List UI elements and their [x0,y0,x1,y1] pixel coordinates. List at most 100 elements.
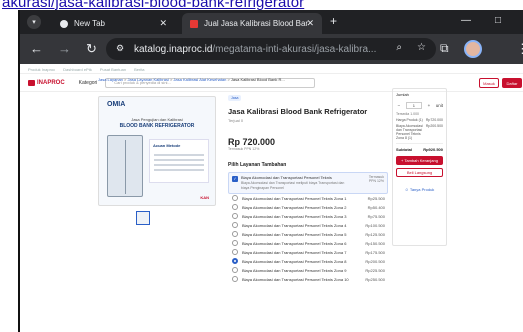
breadcrumb-item[interactable]: Jasa Layanan [98,77,123,82]
category-badge: Jasa [228,95,242,101]
layanan-options: ✓ Biaya Akomodasi dan Transportasi Perso… [228,172,388,284]
zone-option[interactable]: Biaya Akomodasi dan Transportasi Persone… [228,203,388,212]
sold-count: Terjual 0 [228,118,244,123]
zone-price: Rp100.500 [365,223,385,228]
image-caption: Jasa Pengujian dan Kalibrasi [131,117,183,122]
back-icon[interactable]: ← [30,41,43,56]
tab-new-tab[interactable]: New Tab ✕ [52,13,175,34]
top-link[interactable]: Berita [134,67,144,72]
tab-label: New Tab [74,19,105,28]
top-strip: Produk Inaproc Dashboard ePtk Pusat Bant… [20,64,523,74]
url-path: /megatama-inti-akurasi/jasa-kalibra... [212,43,377,55]
quantity-input[interactable]: 1 [405,102,423,109]
zone-option[interactable]: Biaya Akomodasi dan Transportasi Persone… [228,194,388,203]
close-icon[interactable]: ✕ [159,18,167,29]
zone-price: Rp125.500 [365,232,385,237]
zone-option[interactable]: Biaya Akomodasi dan Transportasi Persone… [228,212,388,221]
zone-price: Rp25.500 [367,196,385,201]
radio-icon[interactable] [232,249,238,255]
minimize-icon[interactable]: — [461,15,471,26]
add-to-cart-button[interactable]: + Tambah Keranjang [396,156,443,165]
radio-icon[interactable] [232,213,238,219]
zone-option[interactable]: Biaya Akomodasi dan Transportasi Persone… [228,248,388,257]
option-title: Biaya Akomodasi dan Transportasi Persone… [241,175,332,180]
zone-label: Biaya Akomodasi dan Transportasi Persone… [242,250,347,255]
product-title: Jasa Kalibrasi Blood Bank Refrigerator [228,107,368,116]
zone-option[interactable]: Biaya Akomodasi dan Transportasi Persone… [228,239,388,248]
url-host: katalog.inaproc.id [134,43,213,55]
ask-product-link[interactable]: ☺ Tanya Produk [396,187,443,192]
zone-price: Rp250.500 [365,277,385,282]
zone-label: Biaya Akomodasi dan Transportasi Persone… [242,259,347,264]
profile-avatar[interactable] [464,40,482,58]
kategori-dropdown[interactable]: Kategori [79,80,98,86]
login-button[interactable]: Masuk [479,78,499,88]
product-thumbnail[interactable] [136,211,150,225]
zone-price: Rp75.500 [367,214,385,219]
breadcrumb: Jasa Layanan > Jasa Layanan Kalibrasi > … [98,77,285,82]
zone-label: Biaya Akomodasi dan Transportasi Persone… [242,196,347,201]
zone-price: Rp225.500 [365,268,385,273]
stock-label: Tersedia 1.000 [396,112,419,116]
radio-icon[interactable] [232,204,238,210]
price-line: Harga Produk (1) Rp720.000 [396,118,443,122]
reload-icon[interactable]: ↻ [86,41,97,57]
tab-bar: ▾ New Tab ✕ Jual Jasa Kalibrasi Blood Ba… [20,10,523,34]
radio-icon[interactable] [232,258,238,264]
zone-option[interactable]: Biaya Akomodasi dan Transportasi Persone… [228,266,388,275]
zone-price: Rp200.500 [365,259,385,264]
akomodasi-line: Biaya Akomodasi dan Transportasi Persone… [396,124,443,140]
new-tab-icon[interactable]: + [330,14,337,28]
radio-icon[interactable] [232,222,238,228]
maximize-icon[interactable]: □ [495,15,501,26]
radio-icon[interactable] [232,195,238,201]
top-link[interactable]: Pusat Bantuan [100,67,126,72]
minus-icon[interactable]: − [396,103,402,109]
site-info-icon[interactable]: ⚙ [116,43,124,54]
tab-active[interactable]: Jual Jasa Kalibrasi Blood Bar ✕ [182,13,322,34]
zone-label: Biaya Akomodasi dan Transportasi Persone… [242,241,347,246]
quantity-stepper: − 1 + unit [396,101,443,110]
extensions-icon[interactable]: ⧉ [440,41,449,56]
layanan-heading: Pilih Layanan Tambahan [228,162,287,168]
breadcrumb-item[interactable]: Jasa Kalibrasi Alat Kesehatan [173,77,226,82]
zone-option[interactable]: Biaya Akomodasi dan Transportasi Persone… [228,275,388,284]
akomodasi-option[interactable]: ✓ Biaya Akomodasi dan Transportasi Perso… [228,172,388,194]
menu-dots-icon[interactable]: ⋮ [516,41,523,57]
register-button[interactable]: Daftar [502,78,522,88]
ppn-note: Termasuk PPN 12% [228,147,260,151]
jumlah-label: Jumlah [396,92,409,97]
subtotal: Subtotal Rp920.500 [396,143,443,152]
top-link[interactable]: Produk Inaproc [28,67,55,72]
zone-option[interactable]: Biaya Akomodasi dan Transportasi Persone… [228,230,388,239]
buy-now-button[interactable]: Beli Langsung [396,168,443,177]
zone-label: Biaya Akomodasi dan Transportasi Persone… [242,268,347,273]
zone-label: Biaya Akomodasi dan Transportasi Persone… [242,232,347,237]
zone-label: Biaya Akomodasi dan Transportasi Persone… [242,214,347,219]
product-image[interactable]: OMIA Jasa Pengujian dan Kalibrasi BLOOD … [98,96,216,206]
option-desc: Biaya Akomodasi dan Transportasi meliput… [241,181,345,190]
zone-option[interactable]: Biaya Akomodasi dan Transportasi Persone… [228,257,388,266]
acuan-metode-panel: Acuan Metode [149,139,209,183]
zone-label: Biaya Akomodasi dan Transportasi Persone… [242,277,349,282]
checkbox-checked-icon[interactable]: ✓ [232,176,238,182]
close-icon[interactable]: ✕ [306,18,314,29]
plus-icon[interactable]: + [426,103,432,109]
breadcrumb-item[interactable]: Jasa Layanan Kalibrasi [127,77,168,82]
product-price: Rp 720.000 [228,137,276,147]
forward-icon[interactable]: → [58,41,71,56]
bookmark-star-icon[interactable]: ☆ [417,42,426,53]
site-favicon-icon [190,19,198,28]
inaproc-logo[interactable]: INAPROC [28,79,65,86]
image-title: BLOOD BANK REFRIGERATOR [119,123,195,129]
radio-icon[interactable] [232,231,238,237]
top-link[interactable]: Dashboard ePtk [63,67,92,72]
zoom-icon[interactable]: ⌕ [396,42,402,53]
zone-option[interactable]: Biaya Akomodasi dan Transportasi Persone… [228,221,388,230]
address-bar[interactable]: ⚙ katalog.inaproc.id /megatama-inti-akur… [106,38,436,60]
radio-icon[interactable] [232,276,238,282]
radio-icon[interactable] [232,240,238,246]
brand-logo: OMIA [107,101,126,108]
tab-search-icon[interactable]: ▾ [27,15,41,29]
radio-icon[interactable] [232,267,238,273]
